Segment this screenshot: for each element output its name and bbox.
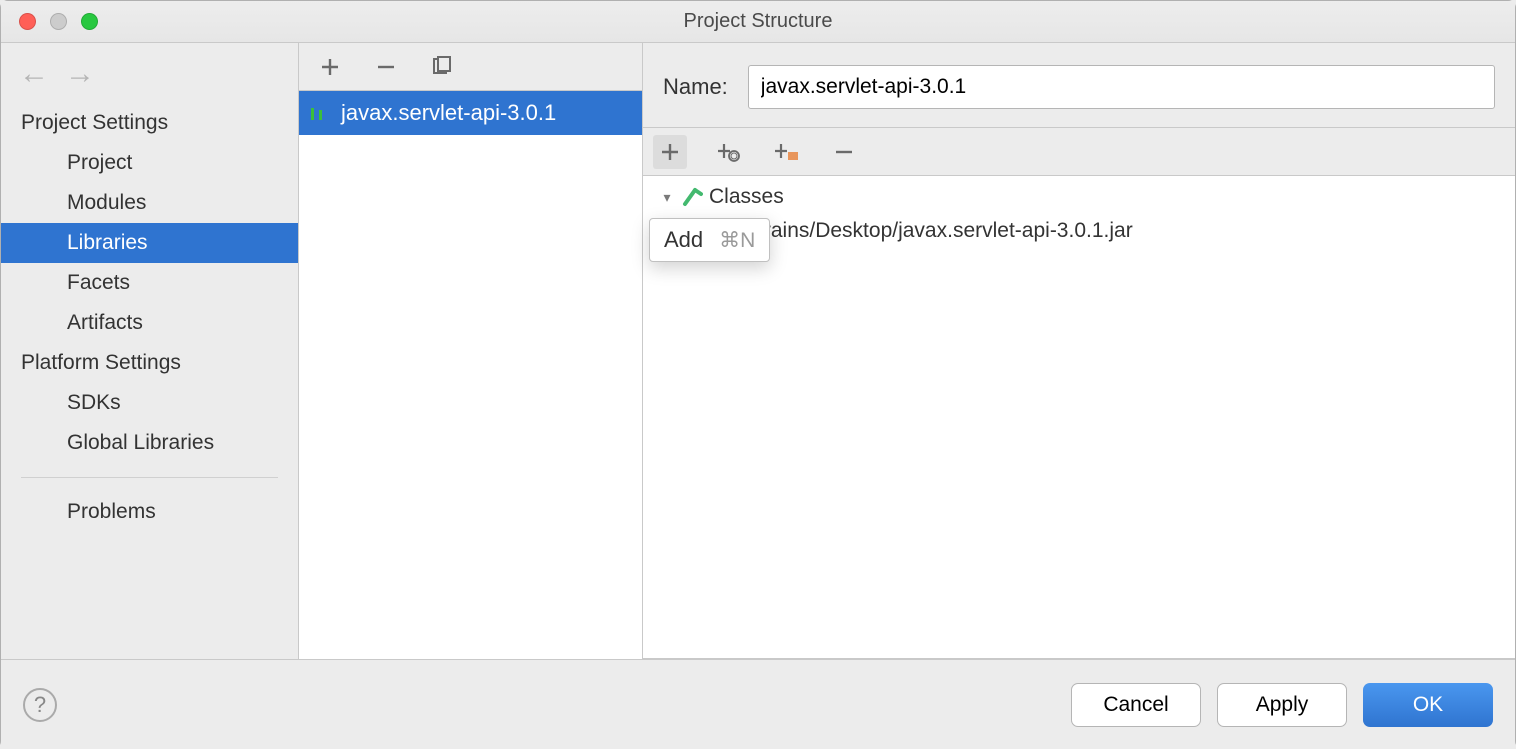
section-header-platform-settings: Platform Settings: [1, 343, 298, 383]
library-list-item-label: javax.servlet-api-3.0.1: [341, 100, 556, 126]
dialog-footer: ? Cancel Apply OK: [1, 659, 1515, 749]
popup-add-shortcut: ⌘N: [719, 228, 755, 253]
ok-button[interactable]: OK: [1363, 683, 1493, 727]
cancel-button[interactable]: Cancel: [1071, 683, 1201, 727]
nav-history: ← →: [1, 53, 298, 103]
back-arrow-icon[interactable]: ←: [19, 59, 49, 89]
name-row: Name:: [643, 43, 1515, 128]
sidebar-item-libraries[interactable]: Libraries: [1, 223, 298, 263]
library-list-toolbar: [299, 43, 642, 91]
add-folder-button[interactable]: [769, 135, 803, 169]
library-roots-toolbar: [643, 128, 1515, 176]
library-name-input[interactable]: [748, 65, 1495, 109]
remove-root-button[interactable]: [827, 135, 861, 169]
forward-arrow-icon[interactable]: →: [65, 59, 95, 89]
window-title: Project Structure: [1, 10, 1515, 33]
sidebar-item-artifacts[interactable]: Artifacts: [1, 303, 298, 343]
apply-button[interactable]: Apply: [1217, 683, 1347, 727]
section-header-project-settings: Project Settings: [1, 103, 298, 143]
sidebar: ← → Project Settings Project Modules Lib…: [1, 43, 299, 659]
name-label: Name:: [663, 74, 728, 100]
sidebar-item-problems[interactable]: Problems: [1, 492, 298, 532]
sidebar-separator: [21, 477, 278, 478]
library-roots-tree[interactable]: ▾ Classes ers/jetbrains/Desktop/javax.se…: [643, 176, 1515, 659]
chevron-down-icon[interactable]: ▾: [659, 189, 675, 206]
popup-add-label: Add: [664, 227, 703, 253]
add-from-maven-button[interactable]: [711, 135, 745, 169]
sidebar-item-global-libraries[interactable]: Global Libraries: [1, 423, 298, 463]
add-library-button[interactable]: [317, 54, 343, 80]
main-area: ← → Project Settings Project Modules Lib…: [1, 43, 1515, 659]
copy-library-button[interactable]: [429, 54, 455, 80]
add-root-popup[interactable]: Add ⌘N: [649, 218, 770, 262]
classes-icon: [681, 186, 703, 208]
tree-child-jar[interactable]: ers/jetbrains/Desktop/javax.servlet-api-…: [643, 214, 1515, 248]
sidebar-item-project[interactable]: Project: [1, 143, 298, 183]
library-list-panel: javax.servlet-api-3.0.1: [299, 43, 643, 659]
add-root-button[interactable]: [653, 135, 687, 169]
library-list-item-selected[interactable]: javax.servlet-api-3.0.1: [299, 91, 642, 135]
sidebar-item-facets[interactable]: Facets: [1, 263, 298, 303]
tree-root-label: Classes: [709, 185, 784, 209]
sidebar-item-modules[interactable]: Modules: [1, 183, 298, 223]
help-button[interactable]: ?: [23, 688, 57, 722]
library-detail-panel: Name: ▾ Classes: [643, 43, 1515, 659]
library-icon: [309, 102, 331, 124]
sidebar-item-sdks[interactable]: SDKs: [1, 383, 298, 423]
titlebar: Project Structure: [1, 1, 1515, 43]
tree-root-classes[interactable]: ▾ Classes: [643, 180, 1515, 214]
remove-library-button[interactable]: [373, 54, 399, 80]
